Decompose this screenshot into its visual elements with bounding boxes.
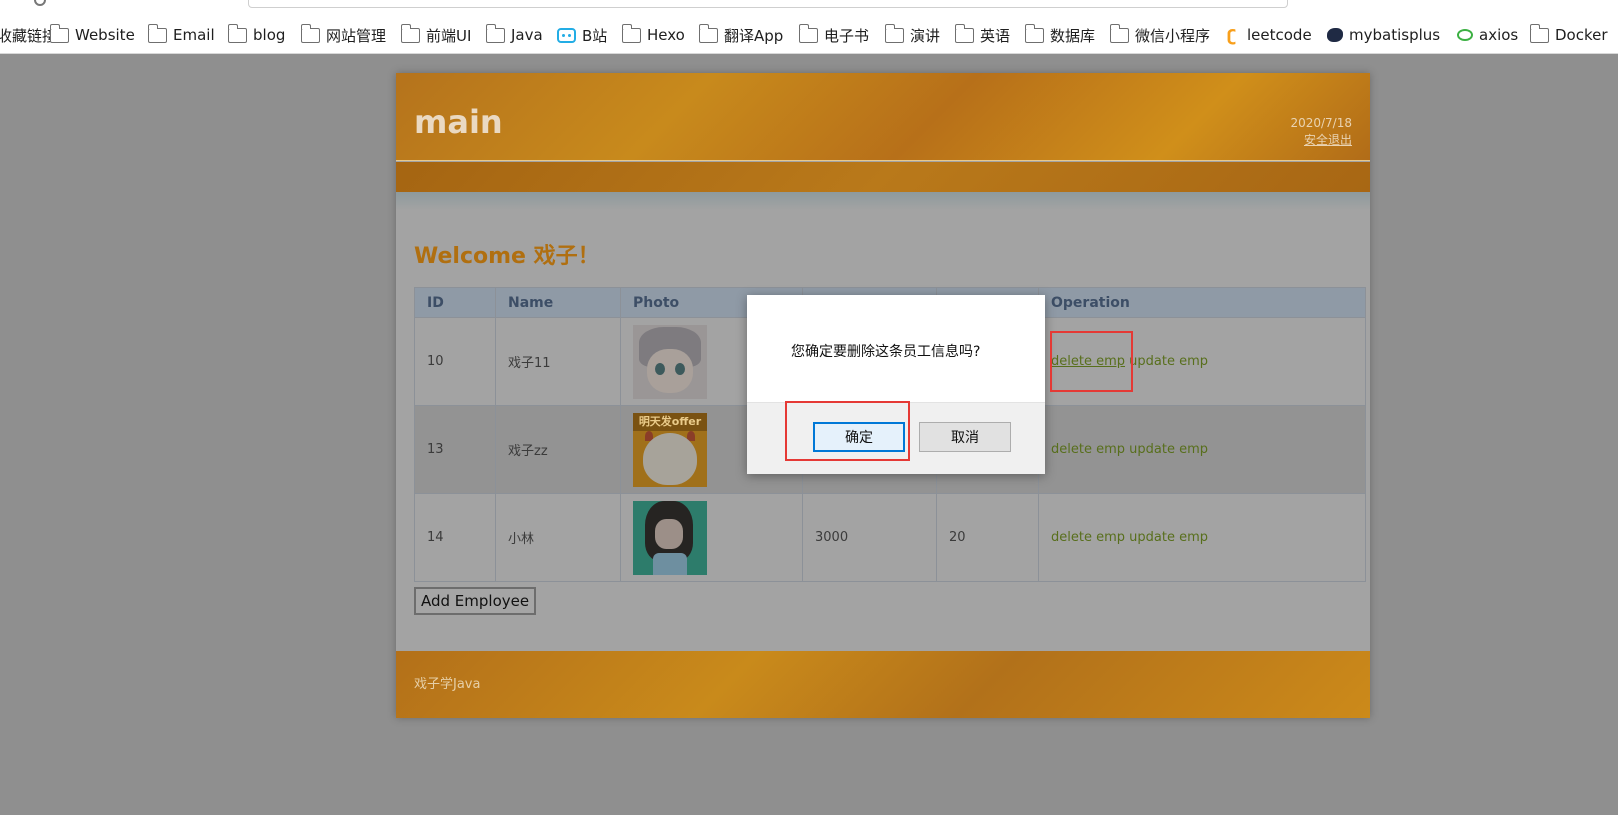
page-title: Welcome 戏子！ (414, 244, 600, 269)
bookmark-item[interactable]: mybatisplus (1327, 24, 1440, 46)
bookmark-item[interactable]: Java (485, 23, 543, 46)
address-bar-strip (0, 0, 1618, 14)
bookmark-label: mybatisplus (1349, 26, 1441, 44)
table-row: 14 小林 3000 20 delete emp update emp (414, 493, 1366, 582)
bookmark-label: 数据库 (1050, 26, 1096, 45)
logout-link[interactable]: 安全退出 (1304, 131, 1352, 148)
annotation-box-delete (1050, 331, 1133, 392)
mybatis-bird-icon (1327, 28, 1343, 42)
page-footer: 戏子学Java (396, 651, 1370, 718)
bookmark-label: 电子书 (824, 26, 870, 45)
update-emp-link[interactable]: update emp (1129, 354, 1208, 369)
update-emp-link[interactable]: update emp (1129, 442, 1208, 457)
bookmark-label: axios (1479, 26, 1519, 44)
bookmark-item[interactable]: 翻译App (698, 23, 784, 46)
folder-icon (485, 23, 505, 43)
folder-icon (1024, 23, 1044, 43)
bookmark-label: Hexo (647, 26, 685, 44)
bookmark-label: 演讲 (910, 26, 941, 45)
header-date: 2020/7/18 (1290, 116, 1352, 130)
cell-id: 14 (414, 493, 496, 582)
cell-name: 小林 (495, 493, 621, 582)
reload-icon[interactable] (34, 0, 46, 6)
folder-icon (698, 23, 718, 43)
page-header: main 2020/7/18 安全退出 (396, 73, 1370, 161)
bookmark-label: Email (173, 26, 215, 44)
cell-age: 20 (936, 493, 1039, 582)
bookmark-label: 英语 (980, 26, 1011, 45)
bookmark-label: Java (511, 26, 543, 44)
bookmark-item[interactable]: blog (227, 23, 286, 46)
bookmark-label: leetcode (1247, 26, 1312, 44)
bookmark-item[interactable]: Email (147, 23, 215, 46)
cell-salary: 3000 (802, 493, 937, 582)
bilibili-icon (557, 27, 576, 43)
bookmark-label: 收藏链接 (0, 26, 58, 45)
bookmark-item[interactable]: Hexo (621, 23, 685, 46)
folder-icon (1529, 23, 1549, 43)
bookmark-label: blog (253, 26, 286, 44)
bookmark-item[interactable]: 网站管理 (300, 23, 387, 46)
bookmark-item[interactable]: 演讲 (884, 23, 941, 46)
bookmark-item[interactable]: 数据库 (1024, 23, 1096, 46)
bookmark-item[interactable]: 英语 (954, 23, 1011, 46)
bookmark-item[interactable]: 电子书 (798, 23, 870, 46)
cell-name: 戏子11 (495, 317, 621, 406)
folder-icon (49, 23, 69, 43)
folder-icon (621, 23, 641, 43)
bookmark-label: Website (75, 26, 135, 44)
bookmark-label: Docker (1555, 26, 1608, 44)
folder-icon (400, 23, 420, 43)
bookmark-label: 微信小程序 (1135, 26, 1211, 45)
employee-photo: 明天发offer (633, 412, 707, 487)
bookmark-item[interactable]: Website (49, 23, 135, 46)
bookmark-item[interactable]: B站 (557, 24, 607, 46)
folder-icon (884, 23, 904, 43)
bookmark-label: B站 (582, 26, 608, 45)
site-logo: main (414, 103, 503, 141)
folder-icon (954, 23, 974, 43)
folder-icon (1109, 23, 1129, 43)
leetcode-icon: ʗ (1227, 25, 1237, 45)
cell-photo (620, 493, 803, 582)
folder-icon (798, 23, 818, 43)
header-shadow (396, 192, 1370, 210)
folder-icon (300, 23, 320, 43)
delete-emp-link[interactable]: delete emp (1051, 442, 1125, 457)
column-header-name: Name (495, 287, 621, 318)
cell-name: 戏子zz (495, 405, 621, 494)
folder-icon (227, 23, 247, 43)
cell-operation: delete emp update emp (1038, 493, 1366, 582)
annotation-box-confirm (785, 401, 910, 461)
bookmark-label: 网站管理 (326, 26, 387, 45)
photo-caption: 明天发offer (633, 412, 707, 431)
delete-emp-link[interactable]: delete emp (1051, 530, 1125, 545)
bookmark-item[interactable]: ʗ leetcode (1227, 24, 1312, 46)
bookmark-label: 翻译App (724, 26, 784, 45)
axios-icon (1457, 29, 1473, 41)
update-emp-link[interactable]: update emp (1129, 530, 1208, 545)
bookmark-item[interactable]: 微信小程序 (1109, 23, 1211, 46)
bookmark-item[interactable]: 收藏链接 (0, 24, 57, 46)
bookmark-item[interactable]: 前端UI (400, 23, 472, 46)
address-bar[interactable] (248, 0, 1288, 8)
bookmark-label: 前端UI (426, 26, 472, 45)
employee-photo (633, 500, 707, 575)
bookmark-item[interactable]: axios (1457, 24, 1518, 46)
header-stripe (396, 162, 1370, 192)
bookmark-item[interactable]: Docker (1529, 23, 1608, 46)
add-employee-button[interactable]: Add Employee (414, 587, 537, 615)
bookmarks-bar: 收藏链接 Website Email blog 网站管理 前端UI Java B… (0, 14, 1618, 54)
employee-photo (633, 324, 707, 399)
cell-id: 10 (414, 317, 496, 406)
dialog-message: 您确定要删除这条员工信息吗? (791, 344, 981, 360)
column-header-id: ID (414, 287, 496, 318)
footer-text: 戏子学Java (414, 677, 481, 692)
folder-icon (147, 23, 167, 43)
cell-id: 13 (414, 405, 496, 494)
confirm-cancel-button[interactable]: 取消 (919, 422, 1011, 452)
cell-operation: delete emp update emp (1038, 405, 1366, 494)
column-header-operation: Operation (1038, 287, 1366, 318)
